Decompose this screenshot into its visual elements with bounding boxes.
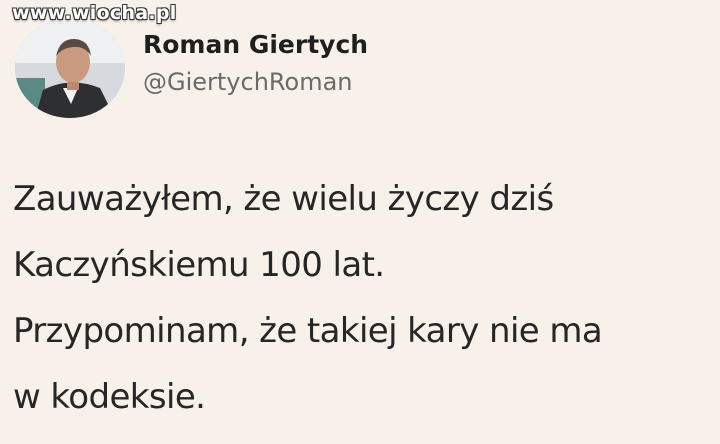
avatar[interactable] [15, 18, 125, 118]
tweet-line: Kaczyńskiemu 100 lat. [13, 245, 385, 285]
tweet-line: Przypominam, że takiej kary nie ma [13, 311, 603, 351]
author-handle[interactable]: @GiertychRoman [143, 66, 353, 98]
author-display-name[interactable]: Roman Giertych [143, 29, 368, 61]
avatar-photo-icon [15, 18, 125, 118]
tweet-line: Zauważyłem, że wielu życzy dziś [13, 179, 554, 219]
tweet-line: w kodeksie. [13, 377, 206, 417]
tweet-text: Zauważyłem, że wielu życzy dziś Kaczyńsk… [13, 166, 713, 430]
watermark-logo: www.wiocha.pl [12, 2, 177, 24]
